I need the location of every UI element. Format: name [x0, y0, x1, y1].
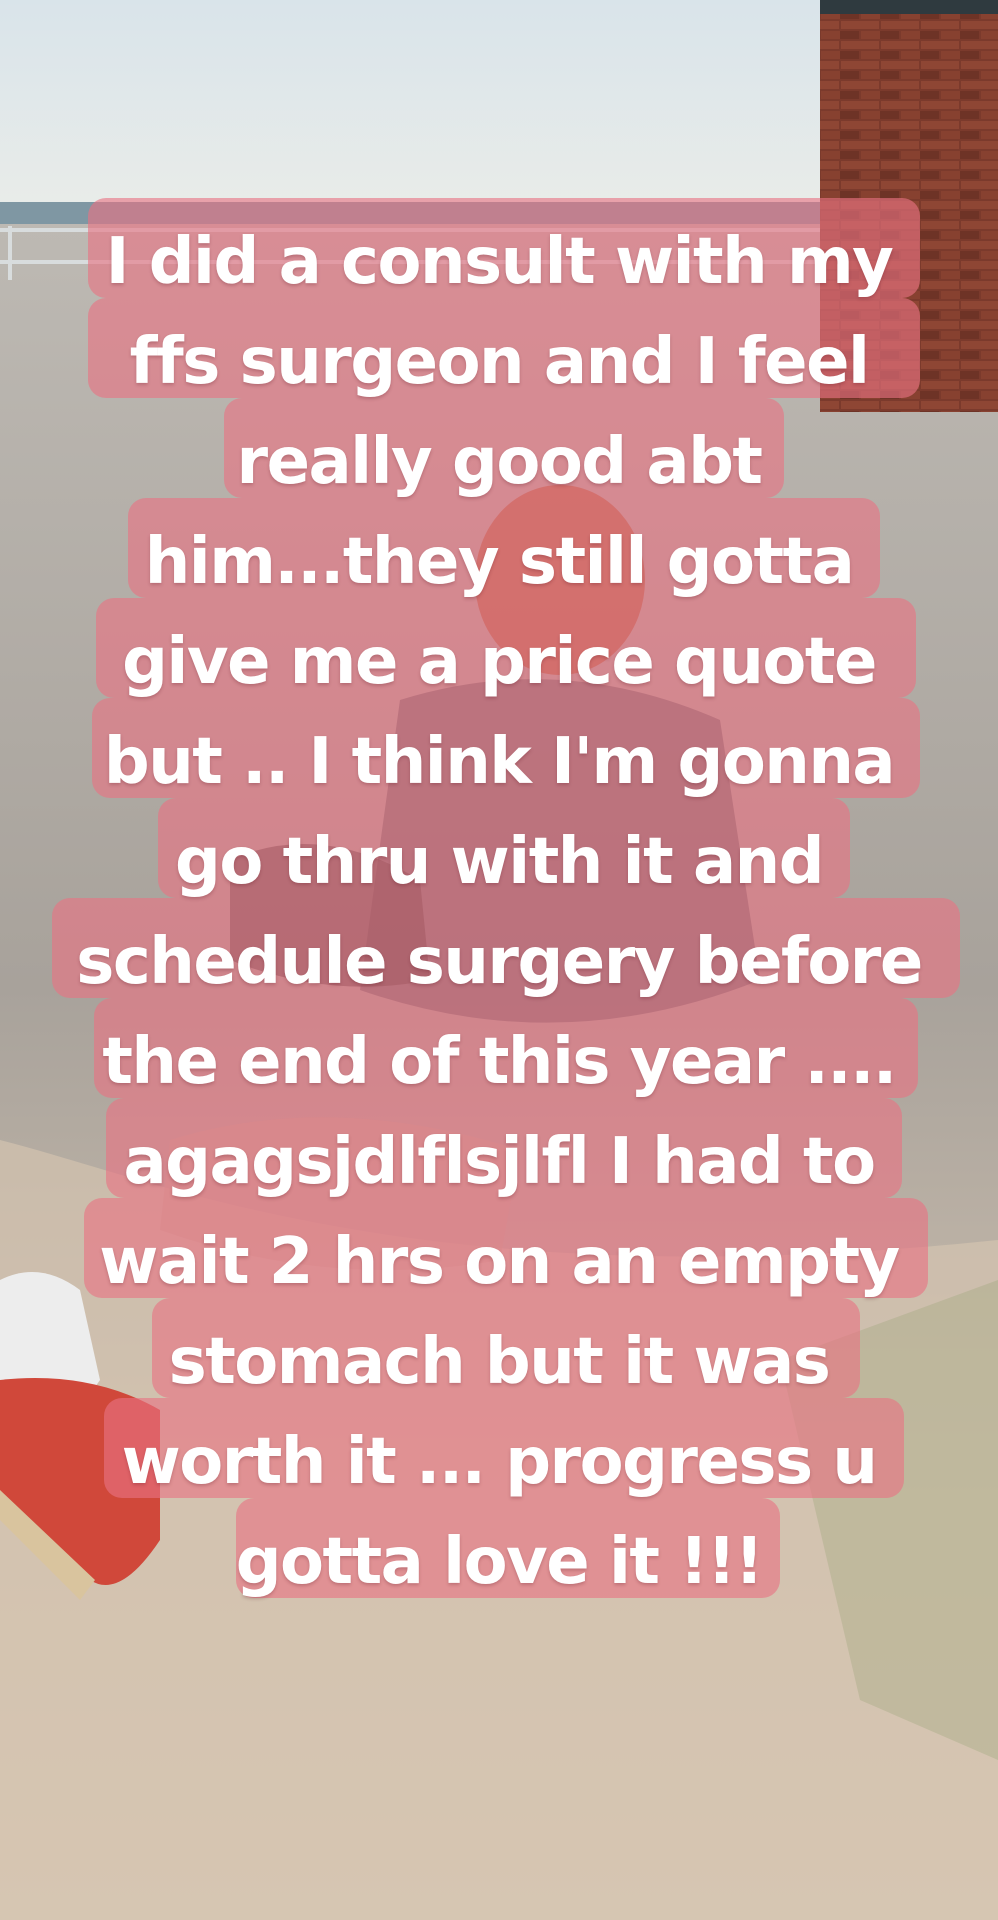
caption-line: worth it ... progress u: [121, 1425, 878, 1499]
caption-line: ffs surgeon and I feel: [129, 325, 870, 399]
story-view[interactable]: I did a consult with my ffs surgeon and …: [0, 0, 998, 1920]
caption-line: him...they still gotta: [144, 525, 855, 599]
caption-line: the end of this year ....: [102, 1025, 897, 1099]
caption-line: give me a price quote: [122, 625, 877, 699]
caption-line: but .. I think I'm gonna: [103, 725, 896, 799]
story-caption: I did a consult with my ffs surgeon and …: [0, 0, 998, 1920]
caption-line: wait 2 hrs on an empty: [99, 1225, 900, 1299]
caption-line: agagsjdlflsjlfl I had to: [123, 1125, 876, 1199]
caption-line: schedule surgery before: [76, 925, 923, 999]
caption-line: stomach but it was: [168, 1325, 831, 1399]
caption-line: go thru with it and: [175, 825, 825, 899]
caption-line: gotta love it !!!: [235, 1525, 764, 1599]
caption-line: really good abt: [236, 425, 763, 499]
caption-line: I did a consult with my: [105, 225, 894, 299]
